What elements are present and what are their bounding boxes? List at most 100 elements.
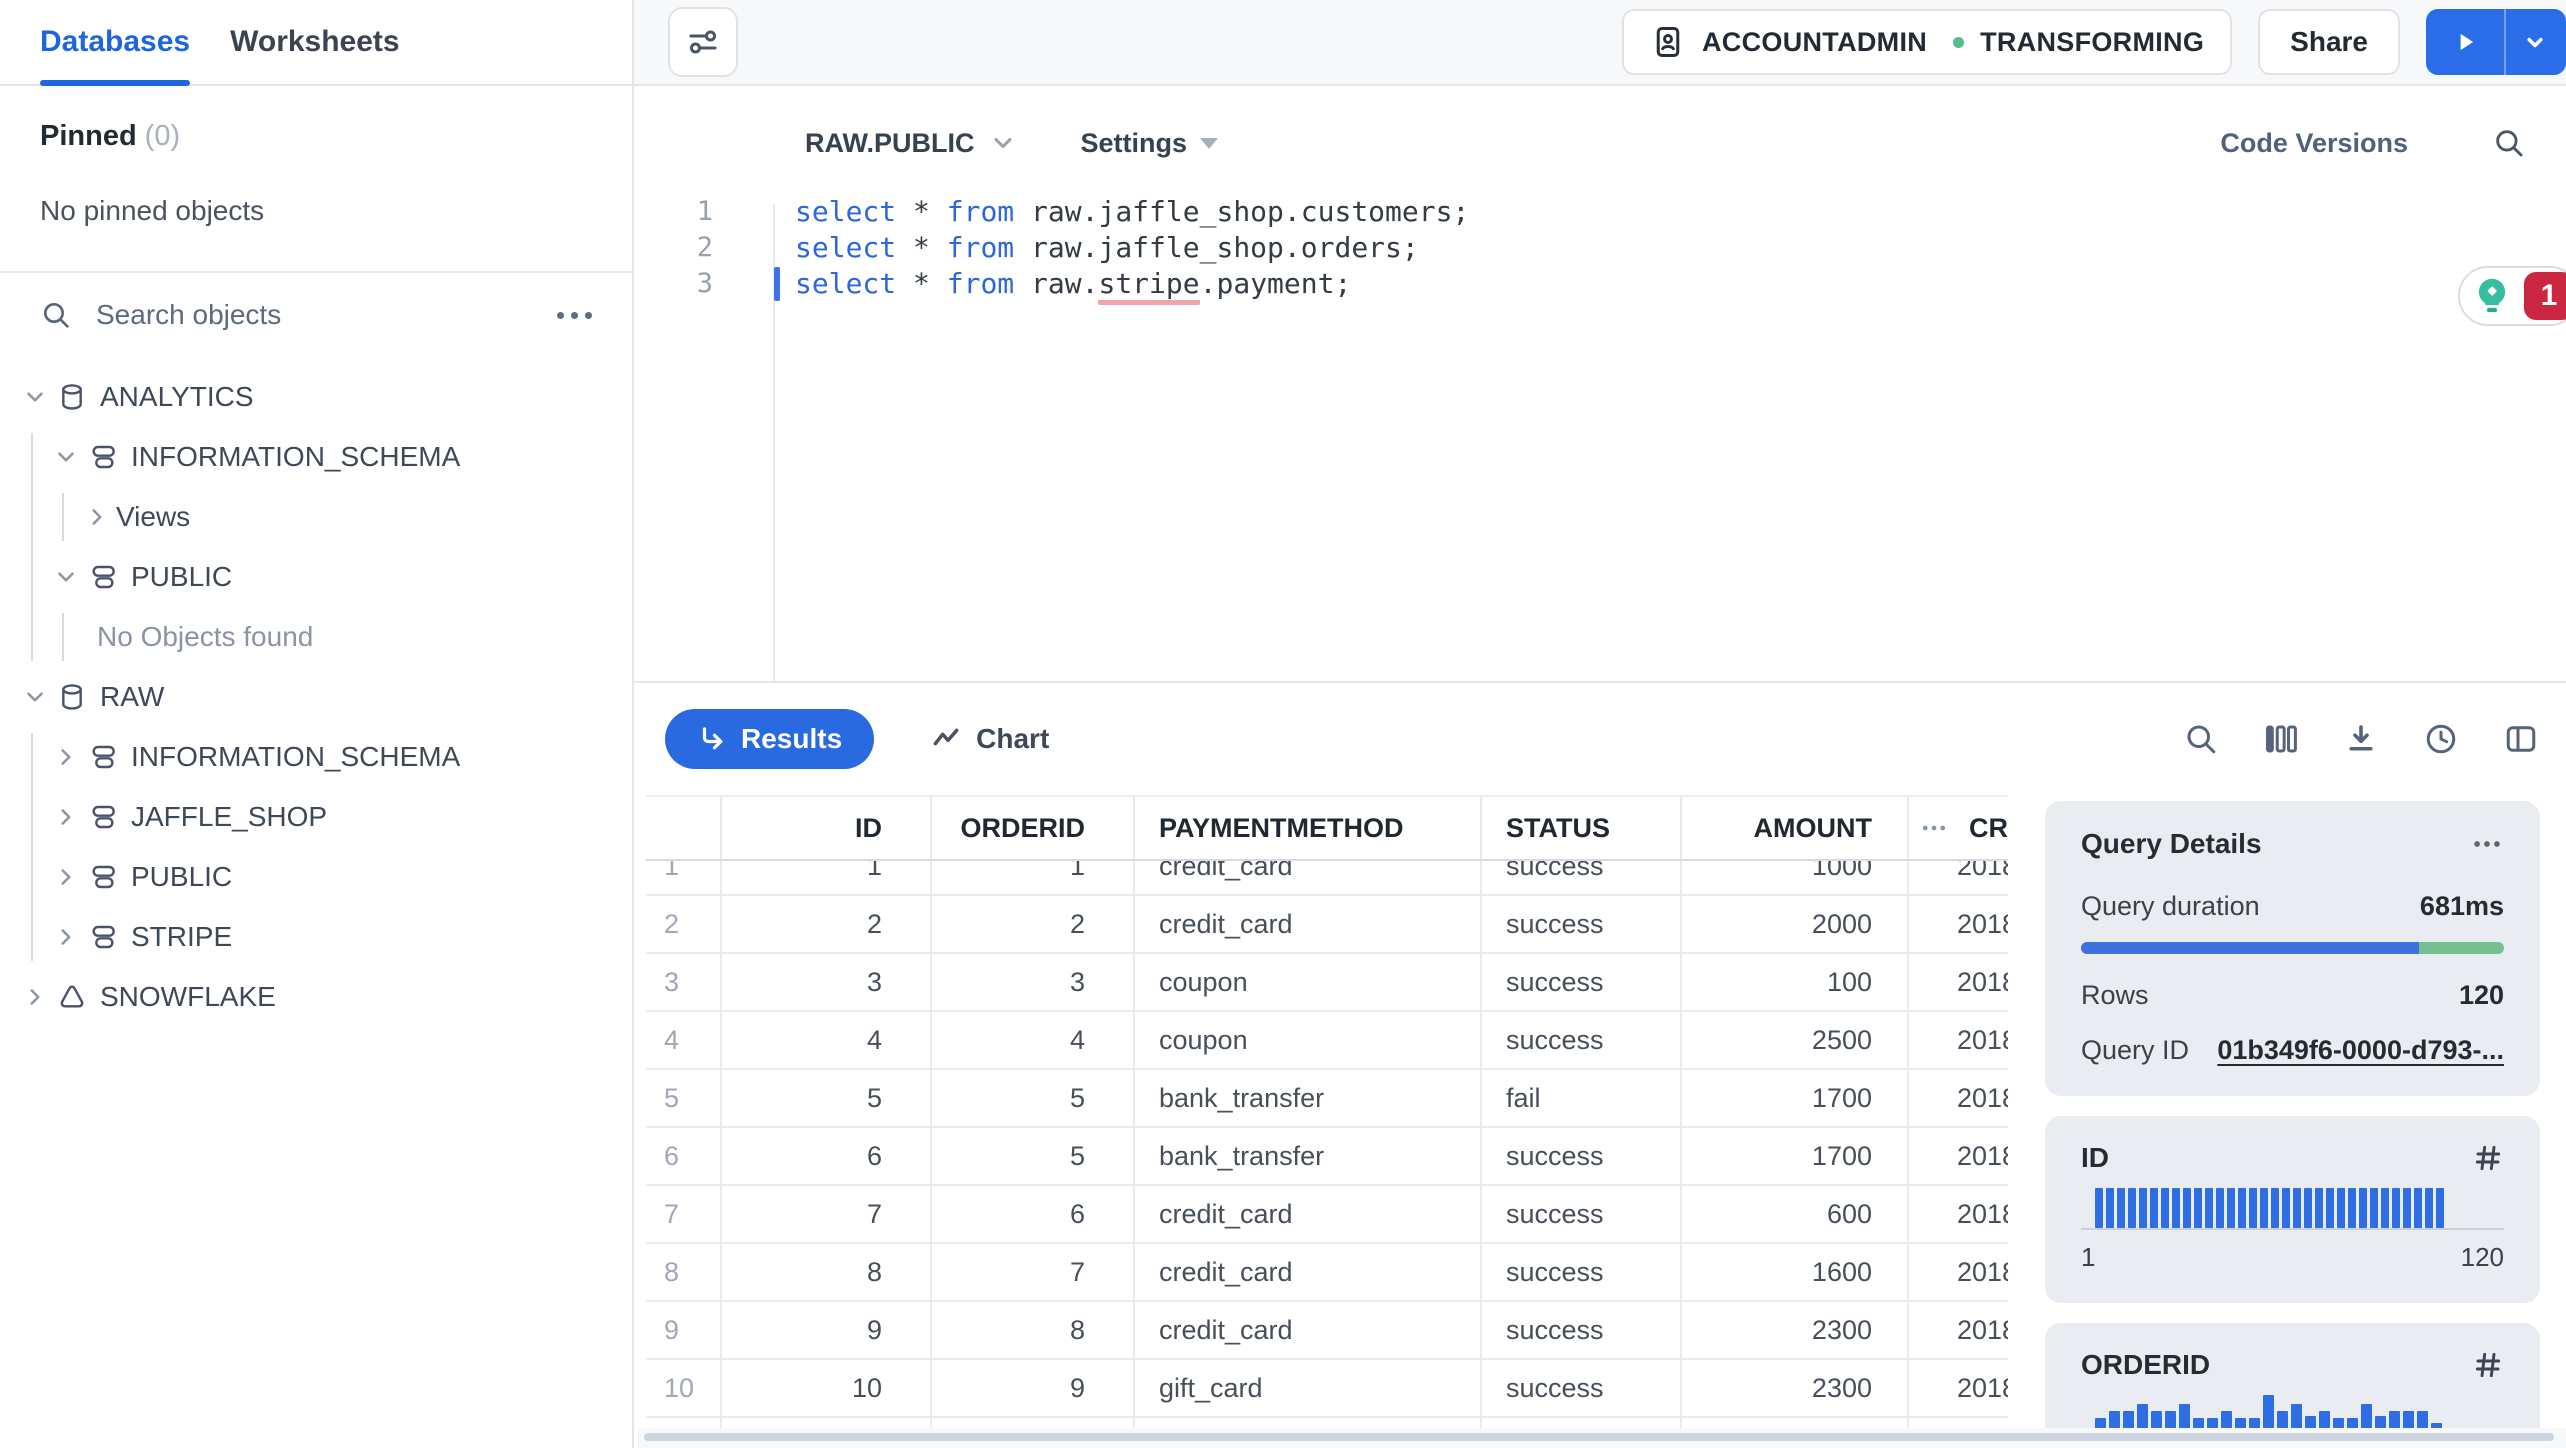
row-number[interactable]: 6 xyxy=(646,1128,722,1184)
cell[interactable]: 4 xyxy=(932,1012,1135,1068)
cell[interactable]: success xyxy=(1482,1012,1682,1068)
cell[interactable]: 1 xyxy=(932,861,1135,894)
cell[interactable]: 2 xyxy=(722,896,932,952)
cell[interactable]: 2018 xyxy=(1909,1070,2008,1126)
query-id-link[interactable]: 01b349f6-0000-d793-... xyxy=(2217,1035,2504,1066)
cell[interactable]: 5 xyxy=(722,1070,932,1126)
tree-item-information-schema[interactable]: INFORMATION_SCHEMA xyxy=(0,727,632,787)
tab-databases[interactable]: Databases xyxy=(40,0,191,86)
cell[interactable]: 1600 xyxy=(1682,1244,1909,1300)
cell[interactable]: 5 xyxy=(932,1070,1135,1126)
cell[interactable]: success xyxy=(1482,861,1682,894)
cell[interactable]: 3 xyxy=(932,954,1135,1010)
cell[interactable]: 8 xyxy=(722,1244,932,1300)
chevron-right-icon[interactable] xyxy=(51,804,81,830)
chevron-right-icon[interactable] xyxy=(51,744,81,770)
cell[interactable]: success xyxy=(1482,954,1682,1010)
cell[interactable]: 100 xyxy=(1682,954,1909,1010)
cell[interactable]: coupon xyxy=(1135,954,1482,1010)
chevron-right-icon[interactable] xyxy=(51,864,81,890)
cell[interactable]: 2000 xyxy=(1682,896,1909,952)
row-number[interactable]: 9 xyxy=(646,1302,722,1358)
split-panel-icon[interactable] xyxy=(2503,721,2539,757)
row-number[interactable]: 7 xyxy=(646,1186,722,1242)
settings-dropdown[interactable]: Settings xyxy=(1081,128,1219,159)
cell[interactable]: credit_card xyxy=(1135,896,1482,952)
column-header-created[interactable]: CREATED xyxy=(1909,797,2008,859)
search-objects-input[interactable]: Search objects xyxy=(0,273,632,357)
column-header-id[interactable]: ID xyxy=(722,797,932,859)
row-number[interactable]: 3 xyxy=(646,954,722,1010)
cell[interactable]: 1000 xyxy=(1682,861,1909,894)
cell[interactable]: fail xyxy=(1482,1070,1682,1126)
column-header-amount[interactable]: AMOUNT xyxy=(1682,797,1909,859)
column-header-paymentmethod[interactable]: PAYMENTMETHOD xyxy=(1135,797,1482,859)
cell[interactable]: 2300 xyxy=(1682,1302,1909,1358)
cell[interactable]: bank_transfer xyxy=(1135,1070,1482,1126)
history-clock-icon[interactable] xyxy=(2423,721,2459,757)
cell[interactable]: success xyxy=(1482,1244,1682,1300)
cell[interactable]: 4 xyxy=(722,1012,932,1068)
chevron-down-icon[interactable] xyxy=(51,444,81,470)
cell[interactable]: 6 xyxy=(932,1186,1135,1242)
horizontal-scrollbar[interactable] xyxy=(638,1428,2566,1448)
tab-worksheets[interactable]: Worksheets xyxy=(230,0,400,84)
tab-chart[interactable]: Chart xyxy=(930,723,1049,755)
search-options-icon[interactable] xyxy=(557,311,592,319)
cell[interactable]: success xyxy=(1482,896,1682,952)
cell[interactable]: success xyxy=(1482,1302,1682,1358)
cell[interactable]: 7 xyxy=(722,1186,932,1242)
worksheet-config-button[interactable] xyxy=(668,7,738,77)
copilot-suggestions-pill[interactable]: 1 xyxy=(2458,266,2566,326)
cell[interactable]: 2300 xyxy=(1682,1360,1909,1416)
cell[interactable]: coupon xyxy=(1135,1012,1482,1068)
share-button[interactable]: Share xyxy=(2258,9,2400,75)
database-schema-selector[interactable]: RAW.PUBLIC xyxy=(805,128,1017,159)
chevron-right-icon[interactable] xyxy=(51,924,81,950)
tree-item-public[interactable]: PUBLIC xyxy=(0,847,632,907)
cell[interactable]: gift_card xyxy=(1135,1360,1482,1416)
cell[interactable]: 2018 xyxy=(1909,954,2008,1010)
cell[interactable]: 2018 xyxy=(1909,1244,2008,1300)
cell[interactable]: 7 xyxy=(932,1244,1135,1300)
tree-item-stripe[interactable]: STRIPE xyxy=(0,907,632,967)
run-query-button[interactable] xyxy=(2426,9,2504,75)
row-number[interactable]: 10 xyxy=(646,1360,722,1416)
cell[interactable]: 10 xyxy=(722,1360,932,1416)
chevron-right-icon[interactable] xyxy=(82,504,112,530)
cell[interactable]: 3 xyxy=(722,954,932,1010)
tree-item-analytics[interactable]: ANALYTICS xyxy=(0,367,632,427)
code-versions-button[interactable]: Code Versions xyxy=(2220,128,2408,159)
cell[interactable]: credit_card xyxy=(1135,1302,1482,1358)
chevron-down-icon[interactable] xyxy=(20,684,50,710)
cell[interactable]: 8 xyxy=(932,1302,1135,1358)
cell[interactable]: success xyxy=(1482,1186,1682,1242)
cell[interactable]: 2018 xyxy=(1909,1186,2008,1242)
cell[interactable]: credit_card xyxy=(1135,1244,1482,1300)
cell[interactable]: 2018 xyxy=(1909,896,2008,952)
scrollbar-thumb[interactable] xyxy=(644,1433,2554,1441)
code-line-3[interactable]: 3 select * from raw.stripe.payment; xyxy=(634,266,2566,305)
run-options-button[interactable] xyxy=(2504,9,2564,75)
cell[interactable]: 600 xyxy=(1682,1186,1909,1242)
editor-search-icon[interactable] xyxy=(2492,126,2526,160)
chevron-right-icon[interactable] xyxy=(20,984,50,1010)
search-results-icon[interactable] xyxy=(2183,721,2219,757)
chevron-down-icon[interactable] xyxy=(51,564,81,590)
cell[interactable]: bank_transfer xyxy=(1135,1128,1482,1184)
cell[interactable]: 2018 xyxy=(1909,1360,2008,1416)
numeric-hash-icon[interactable] xyxy=(2472,1142,2504,1174)
cell[interactable]: 2 xyxy=(932,896,1135,952)
tree-item-snowflake[interactable]: SNOWFLAKE xyxy=(0,967,632,1027)
row-number[interactable]: 5 xyxy=(646,1070,722,1126)
cell[interactable]: 1 xyxy=(722,861,932,894)
chevron-down-icon[interactable] xyxy=(20,384,50,410)
cell[interactable]: 1700 xyxy=(1682,1070,1909,1126)
cell[interactable]: 2018 xyxy=(1909,861,2008,894)
row-number[interactable]: 2 xyxy=(646,896,722,952)
columns-icon[interactable] xyxy=(2263,721,2299,757)
cell[interactable]: credit_card xyxy=(1135,1186,1482,1242)
cell[interactable]: success xyxy=(1482,1128,1682,1184)
tab-results[interactable]: Results xyxy=(665,709,875,769)
cell[interactable]: 5 xyxy=(932,1128,1135,1184)
